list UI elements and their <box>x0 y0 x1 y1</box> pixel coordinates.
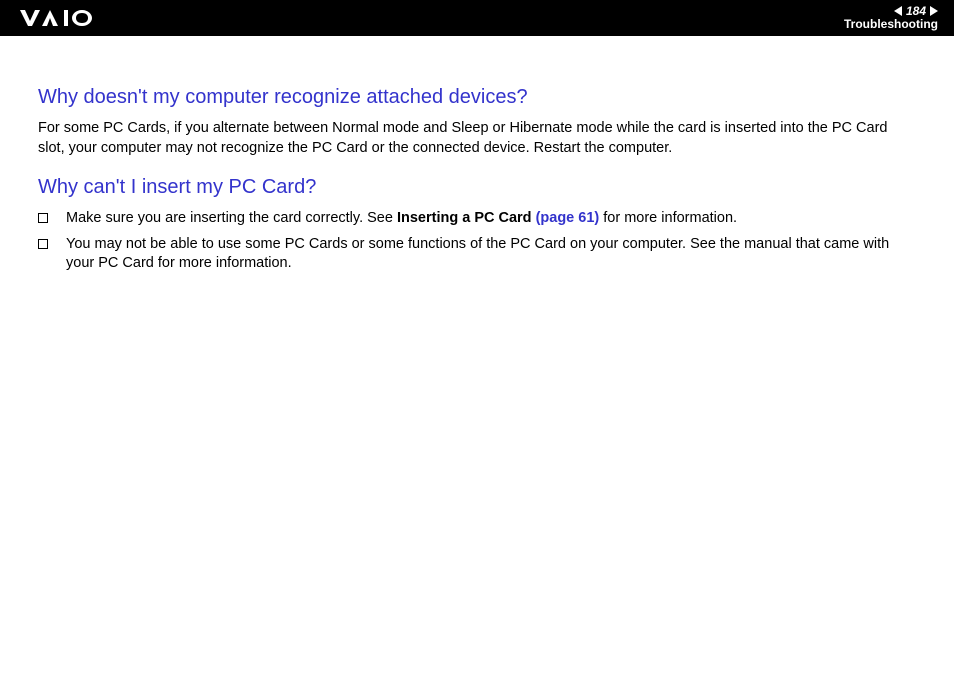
page-link[interactable]: (page 61) <box>536 210 600 226</box>
heading-recognize-devices: Why doesn't my computer recognize attach… <box>38 86 916 109</box>
vaio-logo <box>20 8 110 28</box>
bullet-prefix: Make sure you are inserting the card cor… <box>66 210 397 226</box>
section-name: Troubleshooting <box>844 18 938 31</box>
bullet-suffix: for more information. <box>599 210 737 226</box>
bullet-text-1: Make sure you are inserting the card cor… <box>66 209 916 229</box>
bullet-list: Make sure you are inserting the card cor… <box>38 209 916 274</box>
header-bar: 184 Troubleshooting <box>0 0 954 36</box>
bullet-bold: Inserting a PC Card <box>397 210 536 226</box>
header-right: 184 Troubleshooting <box>844 5 938 31</box>
bullet-icon <box>38 239 48 249</box>
paragraph-recognize-devices: For some PC Cards, if you alternate betw… <box>38 119 916 158</box>
bullet-text-2: You may not be able to use some PC Cards… <box>66 235 916 274</box>
nav-next-icon[interactable] <box>930 6 938 16</box>
heading-insert-pc-card: Why can't I insert my PC Card? <box>38 176 916 199</box>
bullet-icon <box>38 213 48 223</box>
list-item: You may not be able to use some PC Cards… <box>38 235 916 274</box>
list-item: Make sure you are inserting the card cor… <box>38 209 916 229</box>
nav-prev-icon[interactable] <box>894 6 902 16</box>
content-area: Why doesn't my computer recognize attach… <box>0 36 954 274</box>
